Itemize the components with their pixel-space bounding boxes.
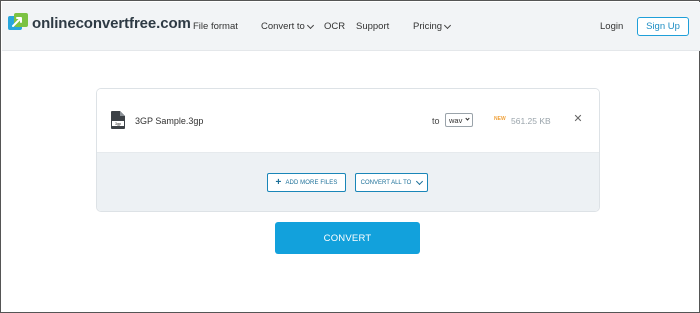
add-more-files-label: ADD MORE FILES (285, 179, 338, 186)
login-label: Login (600, 21, 624, 32)
file-name: 3GP Sample.3gp (135, 116, 204, 126)
convert-all-to-label: CONVERT ALL TO (360, 179, 412, 186)
chevron-down-icon (465, 116, 470, 121)
to-label: to (432, 116, 440, 126)
signup-button[interactable]: Sign Up (637, 17, 689, 36)
logo-text: onlineconvertfree.com (32, 14, 191, 32)
page-frame: onlineconvertfree.com File format Conver… (0, 0, 700, 313)
actions-bar: + ADD MORE FILES CONVERT ALL TO (97, 153, 599, 211)
file-row: 3gp 3GP Sample.3gp to wav NEW 561.25 KB … (97, 89, 599, 153)
nav-pricing[interactable]: Pricing (413, 21, 452, 32)
nav-convert-to-label: Convert to (261, 21, 305, 32)
new-badge: NEW (494, 116, 506, 122)
conversion-panel: 3gp 3GP Sample.3gp to wav NEW 561.25 KB … (96, 88, 600, 212)
format-select-value: wav (449, 115, 463, 125)
nav-ocr-label: OCR (324, 21, 346, 32)
nav-convert-to[interactable]: Convert to (261, 21, 314, 32)
file-size: 561.25 KB (511, 116, 551, 126)
chevron-down-icon (306, 21, 314, 29)
login-link[interactable]: Login (600, 21, 623, 32)
site-header: onlineconvertfree.com File format Conver… (2, 2, 700, 51)
nav-file-format[interactable]: File format (193, 21, 238, 32)
close-icon[interactable]: ✕ (573, 114, 583, 125)
convert-all-to-button[interactable]: CONVERT ALL TO (355, 173, 428, 192)
add-more-files-button[interactable]: + ADD MORE FILES (267, 173, 346, 192)
nav-ocr[interactable]: OCR (324, 21, 345, 32)
convert-button[interactable]: CONVERT (275, 222, 420, 254)
chevron-down-icon (416, 177, 424, 185)
nav-pricing-label: Pricing (413, 21, 443, 32)
format-select[interactable]: wav (445, 113, 473, 127)
file-icon-label: 3gp (115, 122, 121, 126)
nav-file-format-label: File format (193, 21, 238, 32)
nav-support-label: Support (356, 21, 390, 32)
nav-support[interactable]: Support (356, 21, 389, 32)
arrow-convert-icon (8, 13, 28, 30)
site-logo[interactable]: onlineconvertfree.com (8, 13, 191, 33)
plus-icon: + (275, 176, 282, 188)
chevron-down-icon (444, 21, 452, 29)
file-icon: 3gp (111, 111, 125, 129)
